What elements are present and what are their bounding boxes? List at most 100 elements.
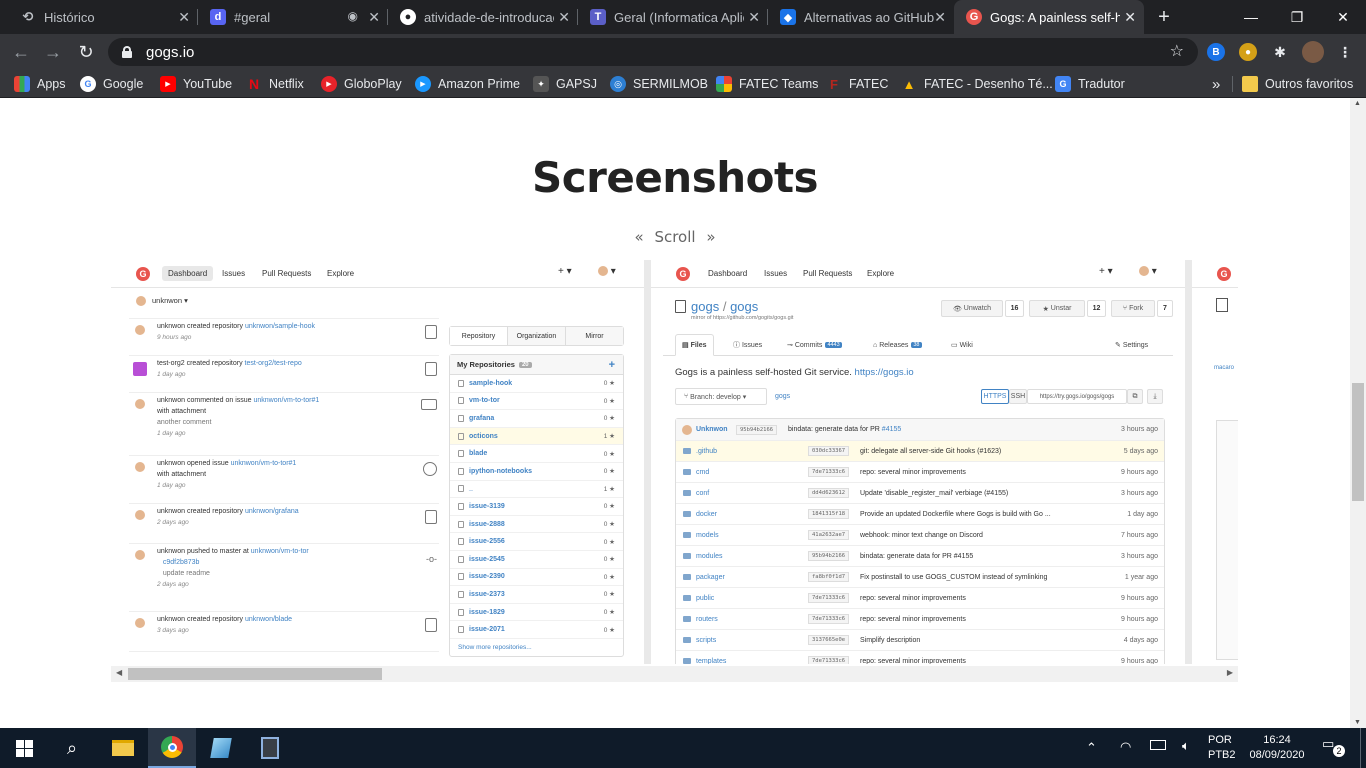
show-desktop-button[interactable]	[1360, 728, 1361, 768]
star-bookmark-icon[interactable]: ☆	[1170, 41, 1184, 61]
gallery-horizontal-scrollbar[interactable]: ◀ ▶	[111, 666, 1238, 682]
bookmark-sermilmob[interactable]: ◎ SERMILMOB	[610, 70, 708, 98]
wifi-icon[interactable]: ◠	[1120, 739, 1131, 755]
commit-icon: -o-	[426, 554, 437, 564]
clock[interactable]: 16:24 08/09/2020	[1246, 733, 1308, 763]
repo-icon	[458, 590, 464, 598]
gogs-navbar: G	[1192, 260, 1238, 288]
tab-teams[interactable]: T Geral (Informatica Aplic ✕	[578, 0, 768, 34]
extensions-puzzle-icon[interactable]: ✱	[1271, 43, 1289, 61]
profile-avatar[interactable]	[1302, 41, 1324, 63]
bookmark-globoplay[interactable]: ▶ GloboPlay	[321, 70, 402, 98]
commit-message: Update 'disable_register_mail' verbiage …	[860, 490, 1009, 497]
new-tab-button[interactable]: +	[1148, 0, 1180, 34]
feed-text: unknwon created repository unknwon/grafa…	[157, 508, 299, 526]
repo-icon	[425, 510, 437, 524]
notifications-icon[interactable]: ▭ 2	[1322, 736, 1346, 758]
commit-sha: 41a2632ae7	[808, 530, 850, 540]
scroll-up-icon[interactable]: ▲	[1354, 100, 1362, 107]
maximize-button[interactable]: ❐	[1274, 0, 1320, 34]
commit-time: 3 hours ago	[1121, 490, 1158, 497]
bookmark-gapsj[interactable]: ✦ GAPSJ	[533, 70, 597, 98]
chevron-up-icon[interactable]: ⌃	[1086, 740, 1097, 756]
netflix-icon: N	[248, 76, 260, 92]
page-vertical-scrollbar[interactable]: ▲ ▼	[1350, 98, 1366, 728]
repo-list-item: issue-2556 0 ★	[450, 533, 623, 551]
reload-icon[interactable]: ↻	[71, 34, 101, 70]
close-tab-icon[interactable]: ✕	[748, 9, 760, 26]
gogs-logo-icon: G	[676, 267, 690, 281]
file-explorer-icon[interactable]	[99, 728, 147, 768]
chrome-taskbar-icon[interactable]	[148, 728, 196, 768]
bookmark-youtube[interactable]: ▶ YouTube	[160, 70, 232, 98]
scrollbar-thumb[interactable]	[128, 668, 382, 680]
repo-stars: 0 ★	[603, 626, 615, 634]
bookmark-fatec-teams[interactable]: FATEC Teams	[716, 70, 818, 98]
bookmark-netflix[interactable]: N Netflix	[246, 70, 304, 98]
other-bookmarks-folder[interactable]: Outros favoritos	[1242, 70, 1353, 98]
bookmark-amazon-prime[interactable]: ▶ Amazon Prime	[415, 70, 520, 98]
repo-name: sample-hook	[469, 379, 513, 387]
bookmark-apps[interactable]: Apps	[14, 70, 66, 98]
minimize-button[interactable]: —	[1228, 0, 1274, 34]
close-tab-icon[interactable]: ✕	[558, 9, 570, 26]
close-tab-icon[interactable]: ✕	[368, 9, 380, 26]
volume-icon[interactable]: 🔈︎	[1182, 738, 1190, 754]
nav-issues: Issues	[764, 269, 788, 278]
windows-start-icon[interactable]	[0, 728, 48, 768]
plus-icon: +	[608, 358, 615, 371]
repo-icon	[458, 397, 464, 405]
feed-text: test-org2 created repository test-org2/t…	[157, 360, 302, 378]
file-rows: .github 030dc33367 git: delegate all serve…	[676, 441, 1164, 664]
menu-icon[interactable]: ⋮	[1336, 43, 1354, 61]
repo-name: issue-2071	[469, 626, 505, 634]
bookmark-google[interactable]: G Google	[80, 70, 143, 98]
github-icon: ●	[400, 9, 416, 25]
tab-geral[interactable]: d #geral ◉ ✕	[198, 0, 388, 34]
scrollbar-thumb[interactable]	[1352, 383, 1364, 501]
repo-stars: 0 ★	[603, 397, 615, 405]
scroll-left-icon[interactable]: ◀	[116, 668, 122, 677]
tab-alternativas[interactable]: ◆ Alternativas ao GitHub ✕	[768, 0, 954, 34]
scroll-right-icon[interactable]: ▶	[1227, 668, 1233, 677]
close-tab-icon[interactable]: ✕	[178, 9, 190, 26]
screenshot-gallery[interactable]: G Dashboard Issues Pull Requests Explore…	[111, 260, 1238, 664]
gogs-logo-icon: G	[136, 267, 150, 281]
nav-dashboard: Dashboard	[162, 266, 214, 281]
file-name: scripts	[696, 637, 717, 644]
battery-icon[interactable]	[1150, 740, 1166, 750]
address-bar[interactable]: gogs.io ☆	[108, 38, 1198, 66]
extension-coin-icon[interactable]: ●	[1239, 43, 1257, 61]
tab-organization: Organization	[508, 327, 566, 345]
app-book-icon[interactable]	[197, 728, 245, 768]
close-tab-icon[interactable]: ✕	[1124, 9, 1136, 26]
repo-list-item: issue-2888 0 ★	[450, 516, 623, 534]
repo-switcher-tabs: Repository Organization Mirror	[449, 326, 624, 346]
tab-gogs[interactable]: G Gogs: A painless self-ho ✕	[954, 0, 1144, 34]
more-bookmarks-button[interactable]: »	[1212, 70, 1220, 98]
tab-settings: ✎ Settings	[1115, 341, 1149, 350]
tab-atividade[interactable]: ● atividade-de-introducao ✕	[388, 0, 578, 34]
tab-historico[interactable]: ⟲ Histórico ✕	[8, 0, 198, 34]
bookmark-fatec[interactable]: F FATEC	[826, 70, 888, 98]
search-icon[interactable]: ⌕	[48, 728, 96, 768]
close-window-button[interactable]: ✕	[1320, 0, 1366, 34]
extension-b-icon[interactable]: B	[1207, 43, 1225, 61]
scroll-down-icon[interactable]: ▼	[1354, 719, 1362, 726]
translate-icon: G	[1055, 76, 1071, 92]
back-icon[interactable]: ←	[6, 34, 36, 70]
forward-icon[interactable]: →	[38, 34, 68, 70]
tab-title: Gogs: A painless self-ho	[990, 9, 1120, 25]
last-commit-msg: bindata: generate data for PR #4155	[788, 426, 902, 433]
language-indicator[interactable]: POR PTB2	[1208, 733, 1236, 763]
calculator-icon[interactable]	[246, 728, 294, 768]
partial-text: macaro	[1214, 365, 1235, 371]
bookmark-fatec-desenho[interactable]: ▲ FATEC - Desenho Té...	[901, 70, 1053, 98]
repo-stars: 0 ★	[603, 556, 615, 564]
close-tab-icon[interactable]: ✕	[934, 9, 946, 26]
apps-icon	[14, 76, 30, 92]
download-icon: ⤓	[1147, 389, 1163, 404]
user-menu-icon: ▾	[592, 263, 622, 280]
bookmark-tradutor[interactable]: G Tradutor	[1055, 70, 1125, 98]
keyboard-layout: PTB2	[1208, 749, 1236, 761]
